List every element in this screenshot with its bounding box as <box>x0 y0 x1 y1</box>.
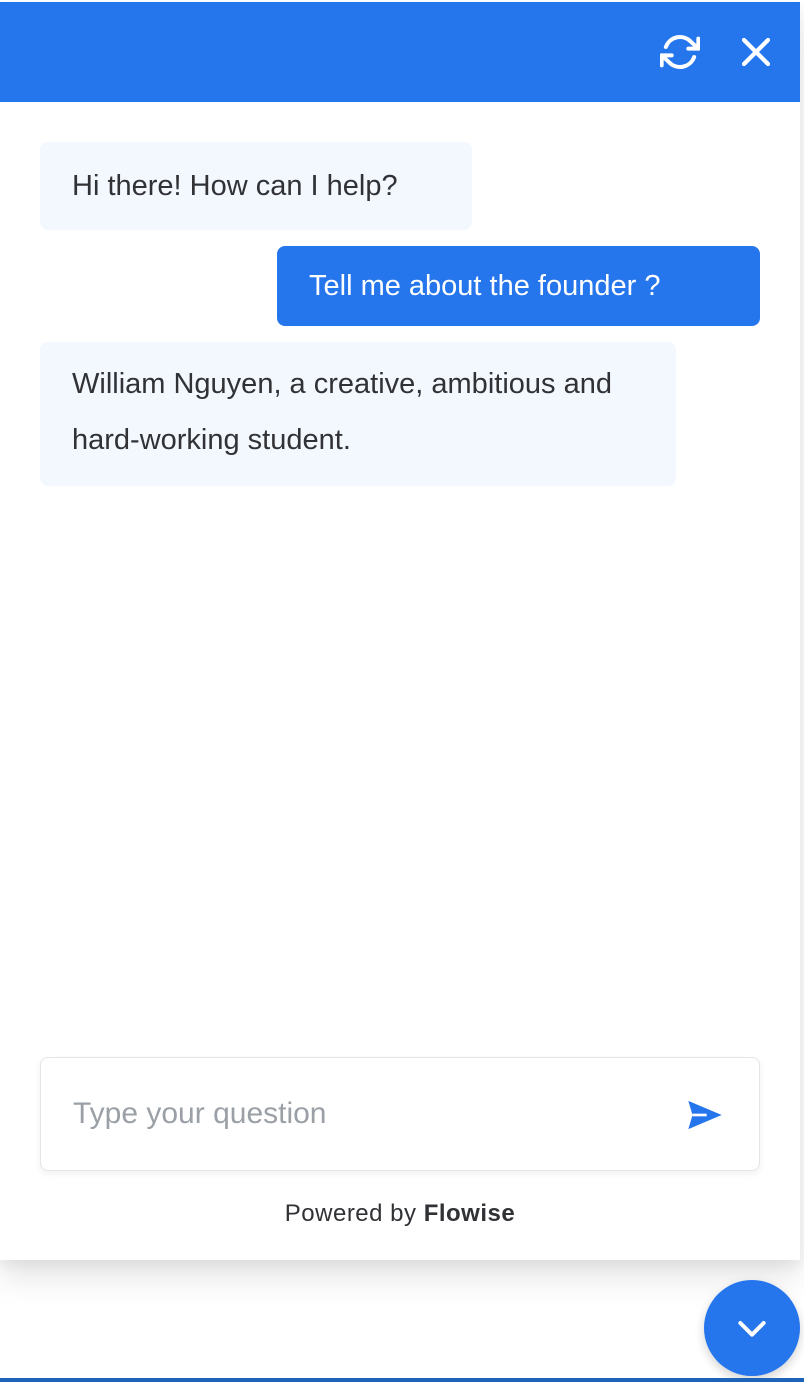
send-icon <box>688 1100 722 1130</box>
chat-window: Hi there! How can I help? Tell me about … <box>0 2 800 1260</box>
flowise-link[interactable]: Flowise <box>424 1200 516 1227</box>
chat-toggle-button[interactable] <box>704 1280 800 1376</box>
refresh-button[interactable] <box>658 30 702 74</box>
close-button[interactable] <box>734 30 778 74</box>
close-icon <box>741 37 771 67</box>
powered-by-footer: Powered by Flowise <box>0 1200 800 1228</box>
powered-by-text: Powered by <box>284 1200 424 1227</box>
question-input-container <box>40 1057 760 1171</box>
page-bottom-border <box>0 1378 804 1382</box>
question-input[interactable] <box>73 1086 653 1142</box>
bot-message: Hi there! How can I help? <box>40 142 472 230</box>
refresh-icon <box>660 35 700 69</box>
chevron-down-icon <box>738 1321 766 1337</box>
message-list: Hi there! How can I help? Tell me about … <box>0 102 800 1052</box>
chat-header <box>0 2 800 102</box>
user-message: Tell me about the founder ? <box>277 246 760 326</box>
send-button[interactable] <box>681 1091 729 1139</box>
bot-message: William Nguyen, a creative, ambitious an… <box>40 342 676 486</box>
